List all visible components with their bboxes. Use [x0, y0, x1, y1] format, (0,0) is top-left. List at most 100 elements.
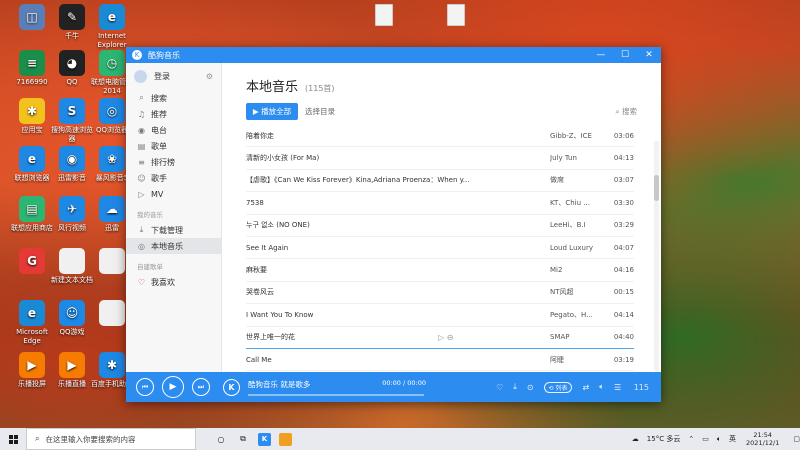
start-button[interactable]: [0, 434, 26, 444]
track-row[interactable]: I Want You To Know Pegato、H... 04:14: [246, 304, 634, 327]
track-row[interactable]: 陪着你走 Gibb-Z、ICE 03:06: [246, 125, 634, 148]
sidebar-item-label: 歌手: [151, 173, 167, 183]
ime-indicator[interactable]: 英: [729, 434, 736, 444]
track-name: 누구 없소 (NO ONE): [246, 221, 310, 230]
created-playlists-section-title: 自建歌单: [137, 263, 163, 271]
track-row[interactable]: 【虐歌】《Can We Kiss Forever》Kina,Adriana Pr…: [246, 170, 634, 193]
scrollbar-thumb[interactable]: [654, 175, 659, 201]
user-login[interactable]: 登录 ⚙: [126, 63, 221, 90]
task-view-icon[interactable]: ○: [210, 428, 232, 450]
login-label: 登录: [154, 72, 170, 81]
track-row[interactable]: 世界上唯一的花 SMAP 04:40 ▷ ⊖: [246, 327, 634, 349]
like-heart-icon[interactable]: ♡: [496, 383, 503, 392]
player-bar: ⏮ ▶ ⏭ K 酷狗音乐 就是歌多 00:00 / 00:00 ♡ ⤓ ⊙ ⟲ …: [126, 372, 661, 402]
track-row[interactable]: 누구 없소 (NO ONE) LeeHi、B.I 03:29: [246, 215, 634, 237]
play-button[interactable]: ▶: [162, 376, 184, 398]
task-view-grid-icon[interactable]: ⧉: [232, 428, 254, 450]
progress-bar[interactable]: [248, 393, 424, 396]
search-button[interactable]: ⌕ 搜索: [615, 106, 637, 117]
share-icon[interactable]: ⊙: [527, 383, 534, 392]
sidebar-item[interactable]: ⌕ 搜索: [126, 90, 221, 106]
avatar[interactable]: [134, 70, 147, 83]
sidebar-item[interactable]: ⤓ 下载管理: [126, 222, 221, 238]
download-icon[interactable]: ⤓: [513, 382, 517, 392]
clock-date: 2021/12/1: [746, 439, 780, 447]
track-duration: 04:07: [613, 243, 634, 252]
network-icon[interactable]: ▭: [702, 435, 709, 443]
track-row[interactable]: 麻秋要 Mi2 04:16: [246, 259, 634, 282]
desktop-app-icon: e: [99, 4, 125, 30]
track-artist: SMAP: [550, 333, 570, 342]
track-duration: 03:29: [613, 221, 634, 230]
track-row[interactable]: Call Me 阿睫 03:19: [246, 349, 634, 372]
track-list: 陪着你走 Gibb-Z、ICE 03:06 清新的小女孩 (For Ma) July T…: [246, 125, 634, 372]
track-artist: 做席: [550, 176, 564, 185]
queue-button[interactable]: ☰ 115: [614, 383, 649, 392]
settings-gear-icon[interactable]: ⚙: [206, 72, 213, 81]
playback-time: 00:00 / 00:00: [382, 378, 426, 387]
notification-icon[interactable]: ▢: [793, 435, 800, 443]
desktop-app-icon: [99, 248, 125, 274]
search-icon: ⌕: [35, 434, 40, 443]
track-duration: 00:15: [613, 288, 634, 297]
play-mode-toggle[interactable]: ⟲ 列表: [543, 381, 573, 393]
minimize-icon[interactable]: —: [589, 50, 613, 60]
windows-logo-icon: [8, 434, 18, 444]
clock[interactable]: 21:54 2021/12/1: [746, 431, 779, 447]
app-taskbar-icon[interactable]: [279, 432, 292, 446]
taskbar-search-box[interactable]: ⌕ 在这里输入你要搜索的内容: [26, 428, 196, 450]
weather-text[interactable]: 15°C 多云: [647, 434, 681, 444]
shuffle-icon[interactable]: ⇄: [582, 383, 589, 392]
download-icon: ⤓: [139, 225, 144, 234]
playlist-icon: ▤: [137, 141, 146, 151]
track-duration: 03:07: [613, 176, 634, 185]
weather-icon[interactable]: ☁: [632, 435, 639, 443]
sidebar-item[interactable]: ≡ 排行榜: [126, 154, 221, 170]
track-row[interactable]: 清新的小女孩 (For Ma) July Tun 04:13: [246, 147, 634, 170]
sidebar-item[interactable]: ◎ 本地音乐: [126, 238, 221, 254]
track-row[interactable]: 哭卷风云 NT风超 00:15: [246, 282, 634, 305]
sidebar-item-label: 搜索: [151, 93, 167, 103]
sidebar-item[interactable]: ◉ 电台: [126, 122, 221, 138]
track-name: I Want You To Know: [246, 310, 314, 319]
desktop-app-icon: ▶: [59, 352, 85, 378]
desktop-shortcut-label: 新建文本文档: [51, 276, 93, 284]
volume-tray-icon[interactable]: 🔈︎: [717, 435, 721, 444]
maximize-icon[interactable]: ☐: [613, 50, 637, 60]
volume-icon[interactable]: 🔈︎: [599, 382, 604, 392]
desktop-app-icon: e: [19, 300, 45, 326]
row-play-icon[interactable]: ▷ ⊖: [438, 333, 453, 342]
sidebar-item[interactable]: ♡ 我喜欢: [126, 274, 221, 290]
track-row[interactable]: 7538 KT、Chiu ... 03:30: [246, 192, 634, 215]
sidebar-item[interactable]: ☺ 歌手: [126, 170, 221, 186]
title-bar[interactable]: K 酷狗音乐 — ☐ ✕: [126, 47, 661, 63]
track-artist: Mi2: [550, 266, 563, 275]
scrollbar[interactable]: [654, 141, 659, 371]
kugou-taskbar-icon[interactable]: K: [258, 432, 271, 446]
desktop-app-icon: ▤: [19, 196, 45, 222]
desktop-file-icon[interactable]: [360, 4, 408, 28]
next-track-button[interactable]: ⏭: [192, 378, 210, 396]
sidebar: 登录 ⚙ ⌕ 搜索 ♫ 推荐 ◉ 电台 ▤ 歌单 ≡ 排行榜 ☺ 歌手 ▷ MV 我的音乐 ⤓ 下载管理 ◎ 本…: [126, 63, 222, 372]
sidebar-item[interactable]: ♫ 推荐: [126, 106, 221, 122]
play-all-button[interactable]: ▶ 播放全部: [246, 103, 298, 120]
kugou-logo-icon: K: [132, 50, 142, 60]
desktop-file-icon[interactable]: [432, 4, 480, 28]
previous-track-button[interactable]: ⏮: [136, 378, 154, 396]
heart-icon: ♡: [137, 277, 146, 287]
sidebar-item[interactable]: ▷ MV: [126, 186, 221, 202]
track-artist: July Tun: [550, 154, 577, 163]
track-artist: Gibb-Z、ICE: [550, 131, 592, 140]
taskbar-search-placeholder: 在这里输入你要搜索的内容: [45, 434, 136, 444]
track-artist: 阿睫: [550, 355, 564, 364]
sidebar-item[interactable]: ▤ 歌单: [126, 138, 221, 154]
desktop-app-icon: ≡: [19, 50, 45, 76]
desktop-shortcut[interactable]: e Internet Explorer: [88, 4, 136, 50]
tray-expand-icon[interactable]: ⌃: [688, 435, 694, 443]
kugou-badge-icon[interactable]: K: [223, 378, 240, 396]
choose-directory-link[interactable]: 选择目录: [305, 106, 335, 117]
close-icon[interactable]: ✕: [637, 50, 661, 60]
sidebar-item-label: MV: [151, 189, 164, 199]
desktop-app-icon: S: [59, 98, 85, 124]
track-row[interactable]: See It Again Loud Luxury 04:07: [246, 237, 634, 260]
